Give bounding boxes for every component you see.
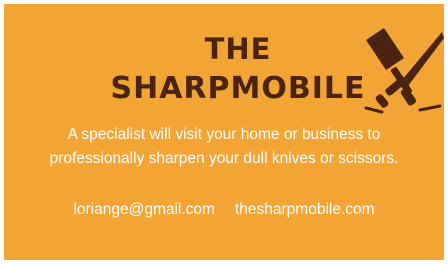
contact-row: loriange@gmail.com thesharpmobile.com: [4, 201, 444, 219]
tagline-line2: professionally sharpen your dull knives …: [49, 150, 399, 167]
email-link[interactable]: loriange@gmail.com: [73, 201, 215, 218]
crossed-knives-icon: [364, 28, 444, 114]
website-link[interactable]: thesharpmobile.com: [235, 201, 375, 218]
brand-title-line2: SHARPMOBILE: [110, 71, 366, 106]
business-card: THE SHARPMOBILE A specialist will visit …: [4, 4, 444, 260]
brand-title-line1: THE: [204, 32, 272, 66]
tagline-line1: A specialist will visit your home or bus…: [67, 126, 381, 143]
